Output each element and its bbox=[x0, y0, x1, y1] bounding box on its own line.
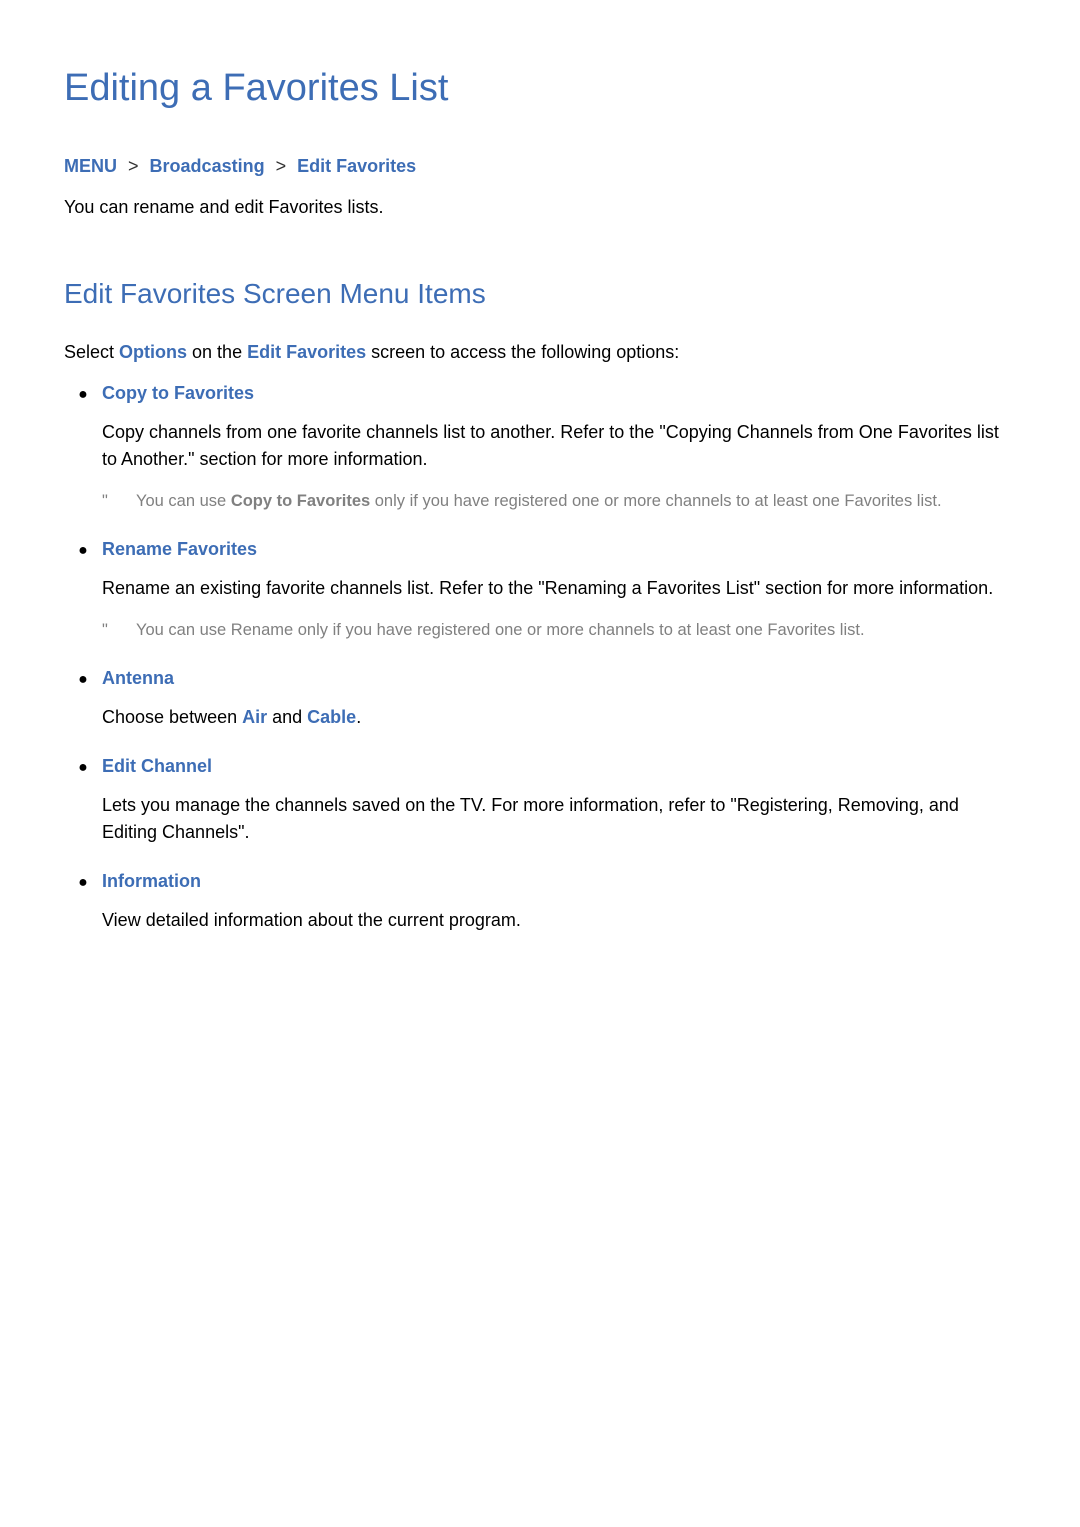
options-list: ● Copy to Favorites Copy channels from o… bbox=[64, 380, 1016, 934]
text-fragment: on the bbox=[187, 342, 247, 362]
text-fragment: and bbox=[267, 707, 307, 727]
list-item: ● Edit Channel Lets you manage the chann… bbox=[64, 753, 1016, 846]
note-bold: Copy to Favorites bbox=[231, 492, 370, 510]
breadcrumb: MENU > Broadcasting > Edit Favorites bbox=[64, 153, 1016, 180]
list-item: ● Copy to Favorites Copy channels from o… bbox=[64, 380, 1016, 514]
breadcrumb-sep: > bbox=[128, 156, 139, 176]
breadcrumb-edit-favorites: Edit Favorites bbox=[297, 156, 416, 176]
list-item: ● Rename Favorites Rename an existing fa… bbox=[64, 536, 1016, 643]
bullet-icon: ● bbox=[64, 539, 102, 563]
note-mark-icon: " bbox=[102, 489, 136, 514]
bullet-icon: ● bbox=[64, 756, 102, 780]
item-note: " You can use Rename only if you have re… bbox=[102, 618, 1016, 643]
text-fragment: Select bbox=[64, 342, 119, 362]
item-desc: Lets you manage the channels saved on th… bbox=[102, 792, 1016, 846]
item-title-antenna: Antenna bbox=[102, 665, 174, 692]
list-item: ● Information View detailed information … bbox=[64, 868, 1016, 934]
page-title: Editing a Favorites List bbox=[64, 60, 1016, 117]
item-title-edit-channel: Edit Channel bbox=[102, 753, 212, 780]
item-note: " You can use Copy to Favorites only if … bbox=[102, 489, 1016, 514]
breadcrumb-menu: MENU bbox=[64, 156, 117, 176]
bullet-icon: ● bbox=[64, 383, 102, 407]
breadcrumb-broadcasting: Broadcasting bbox=[150, 156, 265, 176]
item-title-information: Information bbox=[102, 868, 201, 895]
text-fragment: Choose between bbox=[102, 707, 242, 727]
options-word: Options bbox=[119, 342, 187, 362]
item-desc: View detailed information about the curr… bbox=[102, 907, 1016, 934]
select-options-text: Select Options on the Edit Favorites scr… bbox=[64, 339, 1016, 366]
antenna-cable: Cable bbox=[307, 707, 356, 727]
item-desc: Copy channels from one favorite channels… bbox=[102, 419, 1016, 473]
section-heading: Edit Favorites Screen Menu Items bbox=[64, 273, 1016, 315]
text-fragment: . bbox=[356, 707, 361, 727]
item-title-copy-to-favorites: Copy to Favorites bbox=[102, 380, 254, 407]
text-fragment: screen to access the following options: bbox=[366, 342, 679, 362]
breadcrumb-sep: > bbox=[276, 156, 287, 176]
item-title-rename-favorites: Rename Favorites bbox=[102, 536, 257, 563]
note-mark-icon: " bbox=[102, 618, 136, 643]
bullet-icon: ● bbox=[64, 871, 102, 895]
text-fragment: You can use Rename only if you have regi… bbox=[136, 618, 1016, 643]
text-fragment: You can use bbox=[136, 492, 231, 510]
item-desc: Rename an existing favorite channels lis… bbox=[102, 575, 1016, 602]
list-item: ● Antenna Choose between Air and Cable. bbox=[64, 665, 1016, 731]
intro-text: You can rename and edit Favorites lists. bbox=[64, 194, 1016, 221]
bullet-icon: ● bbox=[64, 668, 102, 692]
text-fragment: only if you have registered one or more … bbox=[370, 492, 941, 510]
edit-favorites-word: Edit Favorites bbox=[247, 342, 366, 362]
item-desc: Choose between Air and Cable. bbox=[102, 704, 1016, 731]
antenna-air: Air bbox=[242, 707, 267, 727]
